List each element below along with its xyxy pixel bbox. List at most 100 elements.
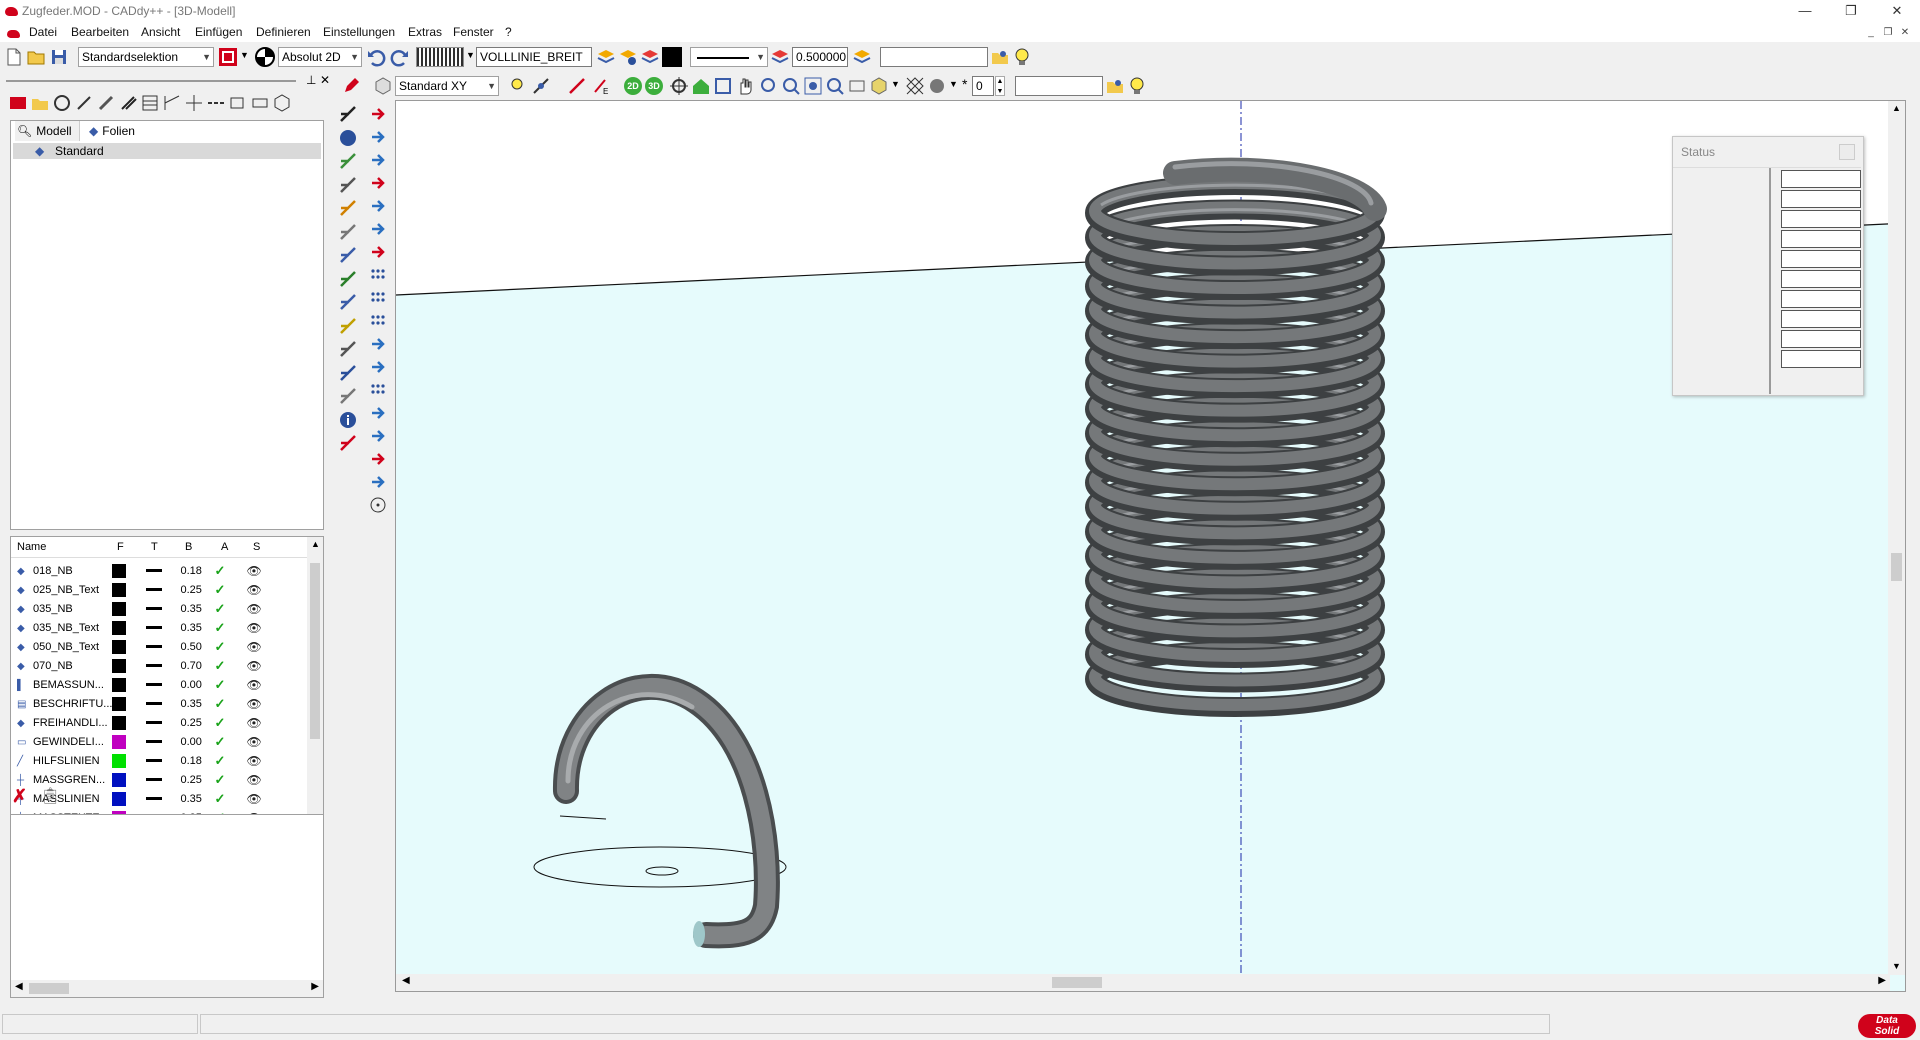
info-icon[interactable]: [338, 410, 358, 430]
zoom-extents-icon[interactable]: [825, 76, 845, 96]
dots-grid-icon[interactable]: [368, 288, 388, 308]
pattern-select[interactable]: [416, 47, 464, 67]
layer-row[interactable]: ▌ BEMASSUN... 0.00 ✓ 👁︎: [17, 675, 276, 694]
pointer-icon[interactable]: [368, 104, 388, 124]
number-input[interactable]: 0: [972, 76, 994, 96]
delete-layer-icon[interactable]: ✗: [12, 786, 27, 807]
view-3d-button[interactable]: 3D: [645, 77, 663, 95]
layer-color-swatch[interactable]: [112, 715, 127, 730]
layer-row[interactable]: ◆ 070_NB 0.70 ✓ 👁︎: [17, 656, 276, 675]
hatch-icon[interactable]: [140, 93, 160, 113]
lightbulb-icon[interactable]: [1012, 47, 1032, 67]
layer-row[interactable]: ◆ FREIHANDLI... 0.25 ✓ 👁︎: [17, 713, 276, 732]
pen-tool-icon[interactable]: [341, 76, 361, 96]
point-tool-icon[interactable]: [338, 151, 358, 171]
sphere-tool-icon[interactable]: [338, 128, 358, 148]
line-tool-icon[interactable]: [338, 175, 358, 195]
chevron-down-icon[interactable]: ▼: [240, 50, 249, 60]
grid-icon[interactable]: [905, 76, 925, 96]
restore-button[interactable]: ❐: [1828, 0, 1874, 22]
coordinate-mode-select[interactable]: Absolut 2D ▼: [278, 47, 362, 67]
move-arrows-icon[interactable]: [368, 173, 388, 193]
col-f[interactable]: F: [117, 541, 124, 553]
rotate-tool-icon[interactable]: [338, 245, 358, 265]
layer-row[interactable]: ◆ 050_NB_Text 0.50 ✓ 👁︎: [17, 637, 276, 656]
folder-search-icon[interactable]: [990, 47, 1010, 67]
layer-color-swatch[interactable]: [112, 753, 127, 768]
snap-icon[interactable]: [338, 316, 358, 336]
checkmark-icon[interactable]: ✓: [214, 677, 225, 692]
tab-modell[interactable]: 🔍︎ Modell: [15, 121, 80, 141]
view-plane-select[interactable]: Standard XY ▼: [395, 76, 499, 96]
view-2d-button[interactable]: 2D: [624, 77, 642, 95]
target-circle-icon[interactable]: [368, 495, 388, 515]
viewport-vertical-scrollbar[interactable]: ▲ ▼: [1888, 101, 1905, 975]
layer-linetype[interactable]: [146, 588, 163, 592]
lightbulb-icon[interactable]: [1127, 76, 1147, 96]
layer-color-swatch[interactable]: [112, 791, 127, 806]
layer-linetype[interactable]: [146, 626, 163, 630]
close-button[interactable]: ✕: [1874, 0, 1920, 22]
minimize-button[interactable]: —: [1782, 0, 1828, 22]
array-icon[interactable]: [368, 311, 388, 331]
eye-icon[interactable]: 👁︎: [246, 716, 261, 730]
arrow-up-icon[interactable]: [368, 403, 388, 423]
home-view-icon[interactable]: [691, 76, 711, 96]
layer-linetype[interactable]: [146, 797, 163, 801]
chevron-down-icon[interactable]: ▼: [891, 79, 900, 89]
layer-color-swatch[interactable]: [112, 582, 127, 597]
dimension-icon[interactable]: [162, 93, 182, 113]
paint-icon[interactable]: [368, 127, 388, 147]
menu-help[interactable]: ?: [505, 25, 512, 39]
brush-icon[interactable]: [118, 93, 138, 113]
new-file-icon[interactable]: [4, 47, 24, 67]
layer-stack-icon[interactable]: [596, 47, 616, 67]
linetype-field[interactable]: VOLLLINIE_BREIT: [476, 47, 592, 67]
folder-search-icon[interactable]: [1105, 76, 1125, 96]
checkmark-icon[interactable]: ✓: [214, 620, 225, 635]
layer-linetype[interactable]: [146, 607, 163, 611]
mdi-minimize-icon[interactable]: _: [1864, 27, 1878, 39]
layer-color-swatch[interactable]: [112, 696, 127, 711]
align-icon[interactable]: [368, 472, 388, 492]
mirror-icon[interactable]: [368, 242, 388, 262]
mdi-restore-icon[interactable]: ❐: [1881, 27, 1895, 39]
dash-line-icon[interactable]: [206, 93, 226, 113]
eraser-icon[interactable]: [338, 433, 358, 453]
selection-mode-select[interactable]: Standardselektion ▼: [78, 47, 214, 67]
layer-linetype[interactable]: [146, 740, 163, 744]
hatch-tool-icon[interactable]: [338, 386, 358, 406]
line-width-field[interactable]: 0.500000: [792, 47, 848, 67]
selection-frame-icon[interactable]: [218, 47, 238, 67]
orbit-icon[interactable]: [669, 76, 689, 96]
vertical-scrollbar[interactable]: ▲ ▼: [307, 537, 323, 849]
clipboard-icon[interactable]: 📋︎: [40, 786, 60, 806]
menu-extras[interactable]: Extras: [408, 25, 442, 39]
pencil-icon[interactable]: [338, 269, 358, 289]
eye-icon[interactable]: 👁︎: [246, 602, 261, 616]
menu-einfuegen[interactable]: Einfügen: [195, 25, 242, 39]
select-arrow-icon[interactable]: [338, 104, 358, 124]
scatter-icon[interactable]: [368, 380, 388, 400]
checkmark-icon[interactable]: ✓: [214, 715, 225, 730]
light-toggle-icon[interactable]: [507, 76, 527, 96]
checkmark-icon[interactable]: ✓: [214, 753, 225, 768]
close-icon[interactable]: ✕: [320, 73, 330, 87]
eye-icon[interactable]: 👁︎: [246, 773, 261, 787]
eye-icon[interactable]: 👁︎: [246, 659, 261, 673]
search-input[interactable]: [880, 47, 988, 67]
eye-icon[interactable]: 👁︎: [246, 564, 261, 578]
eye-icon[interactable]: 👁︎: [246, 754, 261, 768]
col-t[interactable]: T: [151, 541, 158, 553]
up-move-icon[interactable]: [368, 426, 388, 446]
checkmark-icon[interactable]: ✓: [214, 601, 225, 616]
color-swatch[interactable]: [662, 47, 682, 67]
layer-color-swatch[interactable]: [112, 620, 127, 635]
layer-row[interactable]: ╱ HILFSLINIEN 0.18 ✓ 👁︎: [17, 751, 276, 770]
scrollbar-thumb[interactable]: [29, 983, 69, 994]
viewport-horizontal-scrollbar[interactable]: ◀ ▶: [396, 974, 1890, 991]
cylinder-icon[interactable]: [250, 93, 270, 113]
layer-row[interactable]: ◆ 035_NB 0.35 ✓ 👁︎: [17, 599, 276, 618]
spring-coil[interactable]: [1085, 157, 1387, 717]
layer-color-icon[interactable]: [640, 47, 660, 67]
